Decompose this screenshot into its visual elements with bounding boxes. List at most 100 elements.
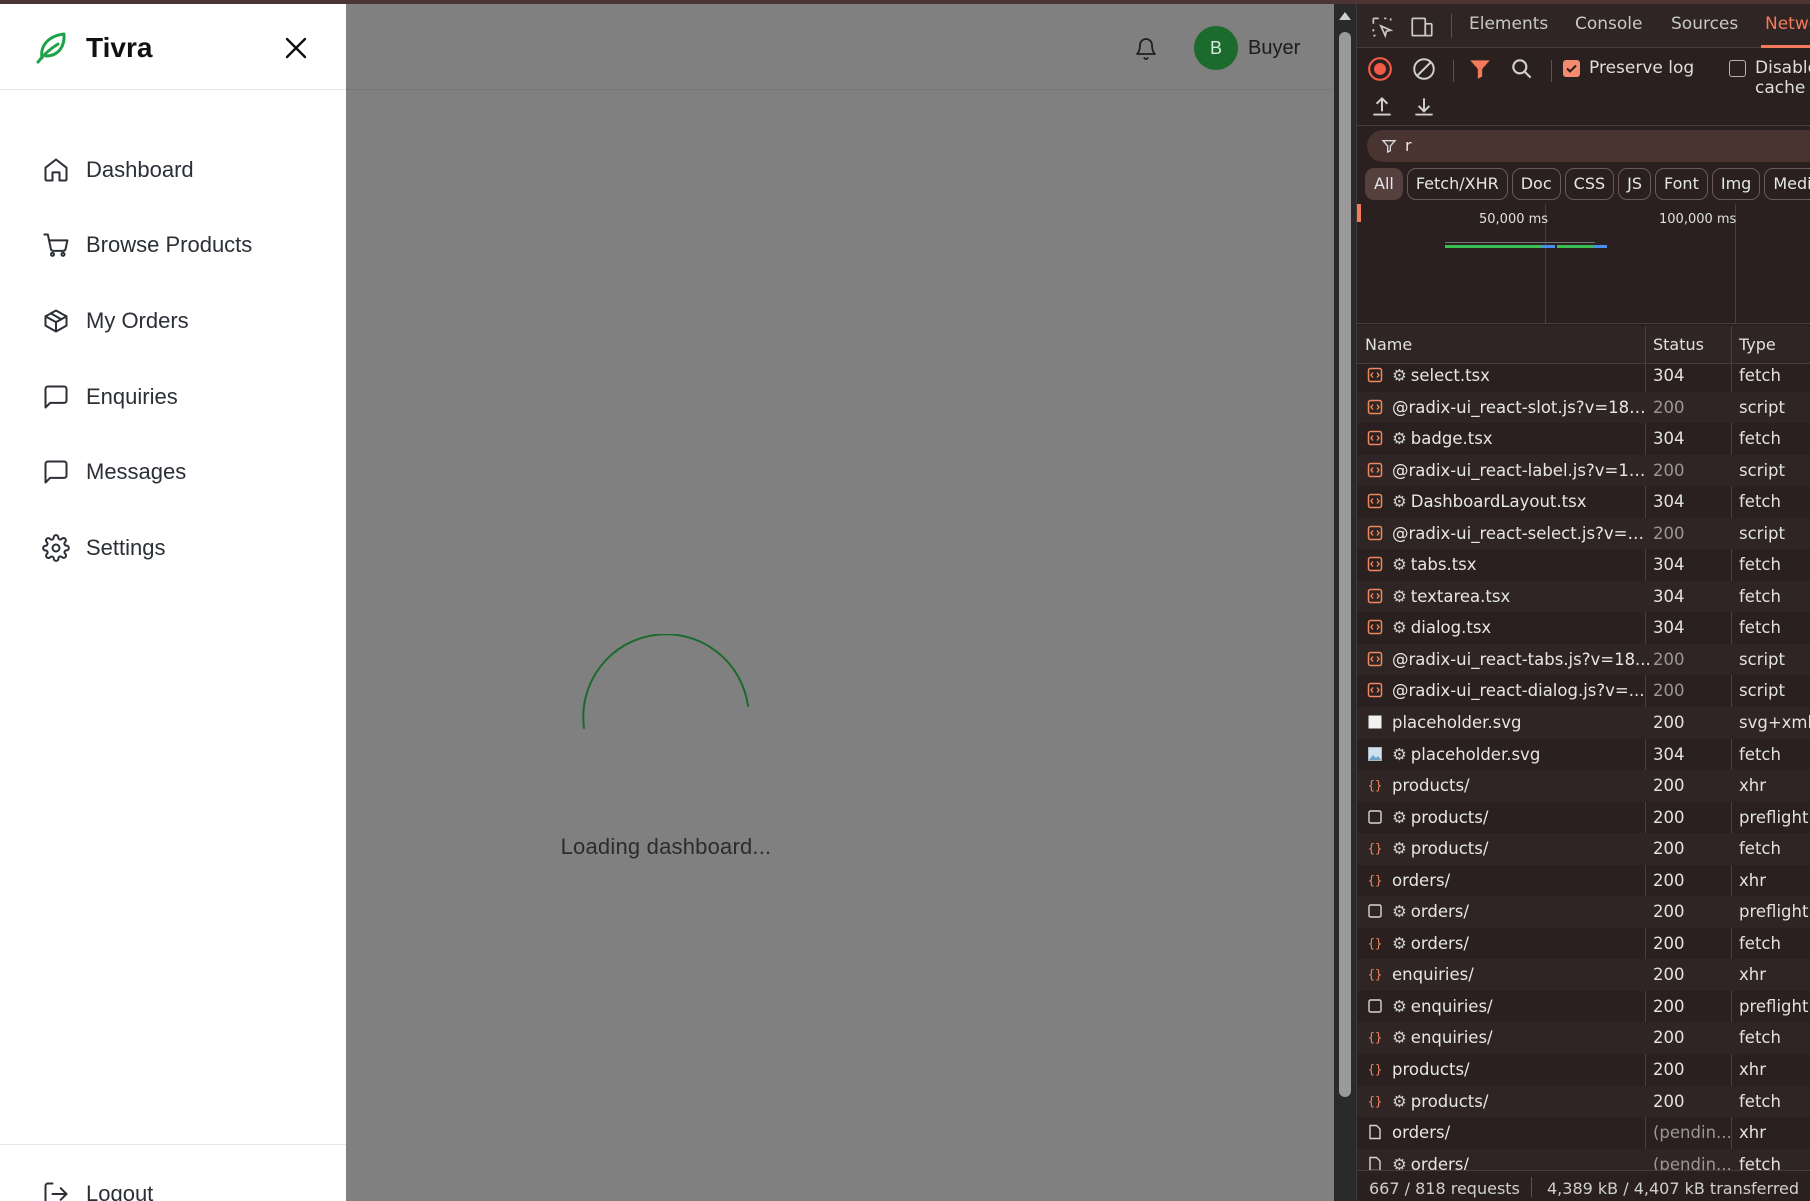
request-name-text: DashboardLayout.tsx bbox=[1410, 492, 1587, 512]
request-count: 667 / 818 requests bbox=[1369, 1179, 1520, 1198]
request-row[interactable]: {} products/200 xhr bbox=[1357, 1054, 1810, 1086]
request-type: fetch bbox=[1739, 555, 1781, 575]
tab-sources[interactable]: Sources bbox=[1671, 14, 1738, 34]
filter-js[interactable]: JS bbox=[1618, 168, 1651, 200]
xhr-icon: {} bbox=[1368, 1094, 1382, 1108]
gear-icon bbox=[42, 533, 70, 562]
request-name: products/ bbox=[1392, 776, 1652, 795]
request-row[interactable]: ⚙ placeholder.svg 304 fetch bbox=[1357, 739, 1810, 771]
overview-bar bbox=[1593, 245, 1607, 248]
user-name[interactable]: Buyer bbox=[1248, 37, 1300, 60]
request-status: 200 bbox=[1653, 1060, 1685, 1080]
scroll-thumb[interactable] bbox=[1339, 32, 1351, 1097]
clear-icon[interactable] bbox=[1411, 56, 1437, 82]
filter-fetch-xhr[interactable]: Fetch/XHR bbox=[1406, 168, 1508, 200]
request-name: ⚙ products/ bbox=[1392, 1092, 1652, 1111]
network-filter-input[interactable]: r bbox=[1367, 130, 1810, 162]
tab-network[interactable]: Network bbox=[1765, 14, 1810, 34]
col-name[interactable]: Name bbox=[1365, 335, 1412, 354]
scroll-up-arrow[interactable] bbox=[1339, 12, 1351, 20]
xhr-icon: {} bbox=[1368, 936, 1382, 950]
import-har-icon[interactable] bbox=[1369, 94, 1395, 120]
request-type: fetch bbox=[1739, 586, 1781, 606]
request-row[interactable]: ⚙ badge.tsx 304 fetch bbox=[1357, 423, 1810, 455]
filter-all[interactable]: All bbox=[1365, 168, 1403, 200]
record-stop-icon[interactable] bbox=[1367, 56, 1393, 82]
request-row[interactable]: {} ⚙ products/200 fetch bbox=[1357, 1085, 1810, 1118]
page-scrollbar[interactable] bbox=[1334, 4, 1356, 1201]
request-type: fetch bbox=[1739, 744, 1781, 764]
sidebar-item-settings[interactable]: Settings bbox=[0, 510, 346, 586]
logout-button[interactable]: Logout bbox=[42, 1180, 153, 1201]
xhr-icon: {} bbox=[1368, 1063, 1382, 1077]
close-icon[interactable] bbox=[282, 34, 310, 62]
sidebar-item-label: My Orders bbox=[86, 307, 189, 333]
disable-cache-checkbox[interactable] bbox=[1729, 60, 1746, 77]
sidebar-item-dashboard[interactable]: Dashboard bbox=[0, 132, 346, 208]
network-toolbar: Preserve log Disable cache bbox=[1357, 48, 1810, 126]
request-type: fetch bbox=[1739, 839, 1781, 859]
home-icon bbox=[44, 158, 68, 182]
bell-icon[interactable] bbox=[1134, 36, 1158, 62]
sidebar-item-my-orders[interactable]: My Orders bbox=[0, 283, 346, 359]
request-row[interactable]: placeholder.svg 200 svg+xml bbox=[1357, 707, 1810, 739]
timeline-label: 50,000 ms bbox=[1479, 212, 1549, 227]
tab-console[interactable]: Console bbox=[1575, 14, 1643, 34]
request-row[interactable]: @radix-ui_react-tabs.js?v=18... 200 script bbox=[1357, 643, 1810, 676]
overview-bar-track bbox=[1445, 242, 1595, 243]
request-row[interactable]: {} enquiries/200 xhr bbox=[1357, 959, 1810, 991]
script-file-icon bbox=[1367, 620, 1383, 635]
filter-doc[interactable]: Doc bbox=[1511, 168, 1561, 200]
request-row[interactable]: ⚙ select.tsx 304 fetch bbox=[1357, 360, 1810, 392]
check-icon bbox=[1566, 64, 1577, 73]
request-status: 304 bbox=[1653, 744, 1685, 764]
col-type[interactable]: Type bbox=[1739, 335, 1776, 354]
inspect-icon[interactable] bbox=[1369, 14, 1395, 40]
preflight-icon bbox=[1368, 999, 1382, 1013]
request-row[interactable]: ⚙ enquiries/200 preflight bbox=[1357, 991, 1810, 1023]
request-row[interactable]: {} ⚙ enquiries/200 fetch bbox=[1357, 1022, 1810, 1055]
request-row[interactable]: {} orders/200 xhr bbox=[1357, 865, 1810, 897]
request-name: orders/ bbox=[1392, 1123, 1652, 1142]
request-row[interactable]: ⚙ products/200 preflight bbox=[1357, 802, 1810, 834]
svg-text:{}: {} bbox=[1368, 968, 1382, 982]
tab-elements[interactable]: Elements bbox=[1469, 14, 1548, 34]
request-row[interactable]: ⚙ textarea.tsx 304 fetch bbox=[1357, 580, 1810, 613]
service-worker-gear-icon: ⚙ bbox=[1392, 839, 1407, 859]
search-icon[interactable] bbox=[1509, 56, 1535, 82]
request-row[interactable]: orders/ (pendin... xhr bbox=[1357, 1117, 1810, 1149]
request-row[interactable]: ⚙ DashboardLayout.tsx 304 fetch bbox=[1357, 486, 1810, 518]
filter-media[interactable]: Media bbox=[1764, 168, 1810, 200]
sidebar-item-browse-products[interactable]: Browse Products bbox=[0, 208, 346, 284]
filter-icon[interactable] bbox=[1467, 56, 1493, 82]
request-name: products/ bbox=[1392, 1060, 1652, 1079]
device-toolbar-icon[interactable] bbox=[1409, 14, 1435, 40]
request-name: orders/ bbox=[1392, 871, 1652, 890]
request-row[interactable]: @radix-ui_react-dialog.js?v=... 200 script bbox=[1357, 675, 1810, 707]
request-row[interactable]: @radix-ui_react-slot.js?v=183... 200 scrip… bbox=[1357, 391, 1810, 424]
export-har-icon[interactable] bbox=[1411, 94, 1437, 120]
request-row[interactable]: @radix-ui_react-select.js?v=1... 200 scrip… bbox=[1357, 517, 1810, 550]
preserve-log-checkbox[interactable] bbox=[1563, 60, 1580, 77]
request-row[interactable]: {} ⚙ products/200 fetch bbox=[1357, 833, 1810, 865]
request-row[interactable]: ⚙ dialog.tsx 304 fetch bbox=[1357, 612, 1810, 644]
service-worker-gear-icon: ⚙ bbox=[1392, 996, 1407, 1016]
service-worker-gear-icon: ⚙ bbox=[1392, 555, 1407, 575]
col-status[interactable]: Status bbox=[1653, 335, 1704, 354]
sidebar-item-messages[interactable]: Messages bbox=[0, 434, 346, 510]
request-row[interactable]: ⚙ tabs.tsx 304 fetch bbox=[1357, 549, 1810, 581]
brand-name: Tivra bbox=[86, 32, 153, 63]
network-overview[interactable]: 50,000 ms 100,000 ms bbox=[1357, 204, 1810, 324]
filter-img[interactable]: Img bbox=[1711, 168, 1761, 200]
request-row[interactable]: ⚙ orders/200 preflight bbox=[1357, 896, 1810, 928]
filter-css[interactable]: CSS bbox=[1564, 168, 1615, 200]
svg-text:{}: {} bbox=[1368, 873, 1382, 887]
avatar[interactable]: B bbox=[1194, 26, 1238, 70]
sidebar-item-enquiries[interactable]: Enquiries bbox=[0, 359, 346, 435]
request-row[interactable]: ⚙ orders/(pendin... fetch bbox=[1357, 1148, 1810, 1170]
request-row[interactable]: {} ⚙ orders/200 fetch bbox=[1357, 928, 1810, 960]
request-row[interactable]: @radix-ui_react-label.js?v=18... 200 scrip… bbox=[1357, 454, 1810, 487]
request-name-text: orders/ bbox=[1410, 1154, 1469, 1170]
filter-font[interactable]: Font bbox=[1655, 168, 1708, 200]
request-row[interactable]: {} products/200 xhr bbox=[1357, 770, 1810, 802]
